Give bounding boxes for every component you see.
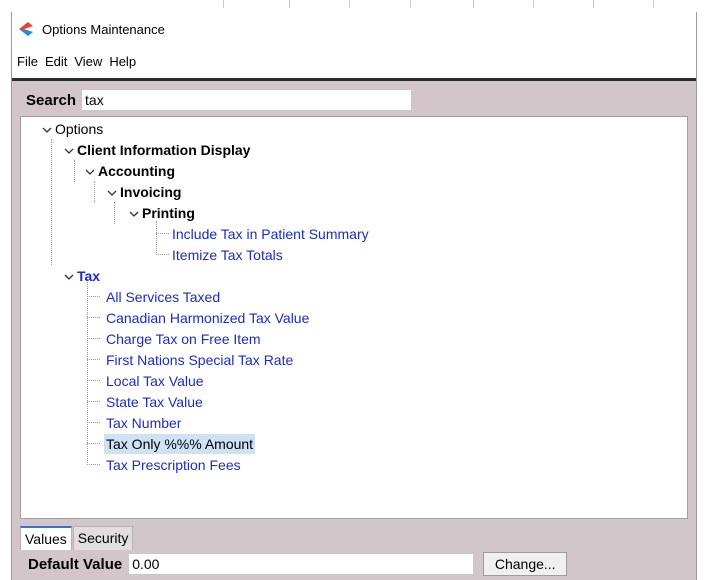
tree-leaf-include-tax-in-patient-summary[interactable]: Include Tax in Patient Summary [172, 224, 369, 244]
tree-node-printing[interactable]: Printing [142, 203, 195, 223]
tree-leaf-tax-only-amount-selected[interactable]: Tax Only %%% Amount [104, 434, 256, 454]
values-tab-body: Default Value Change... [20, 550, 688, 580]
tree-connector [94, 181, 95, 203]
details-panel: Values Security Default Value Change... [20, 526, 688, 580]
tab-strip: Values Security [20, 526, 134, 550]
chevron-down-icon[interactable] [85, 167, 95, 177]
tree-node-accounting[interactable]: Accounting [98, 161, 175, 181]
tree-leaf-canadian-harmonized-tax-value[interactable]: Canadian Harmonized Tax Value [106, 308, 309, 328]
tree-connector [87, 296, 100, 297]
menu-file[interactable]: File [17, 54, 38, 69]
main-content: Search Options [12, 81, 696, 580]
tree-connector [87, 338, 100, 339]
options-maintenance-window: Options Maintenance File Edit View Help … [11, 12, 697, 580]
tree-node-options[interactable]: Options [55, 119, 103, 139]
title-bar: Options Maintenance [12, 12, 696, 46]
tree-node-tax[interactable]: Tax [77, 266, 100, 286]
menu-help[interactable]: Help [109, 54, 136, 69]
search-row: Search [26, 89, 413, 111]
default-value-row: Default Value Change... [28, 552, 568, 576]
tree-connector [87, 279, 88, 465]
chevron-down-icon[interactable] [129, 209, 139, 219]
tree-connector [114, 202, 115, 224]
tree-connector [156, 233, 169, 234]
chevron-down-icon[interactable] [64, 272, 74, 282]
chevron-down-icon[interactable] [42, 125, 52, 135]
tree-connector [87, 464, 100, 465]
tree-connector [51, 139, 52, 265]
tree-connector [87, 401, 100, 402]
tree-connector [87, 422, 100, 423]
default-value-field[interactable] [128, 553, 475, 575]
tree-connector [87, 443, 100, 444]
app-logo-icon [19, 22, 33, 36]
tree-leaf-local-tax-value[interactable]: Local Tax Value [106, 371, 204, 391]
tree-leaf-state-tax-value[interactable]: State Tax Value [106, 392, 203, 412]
tree-connector [74, 160, 75, 182]
window-title: Options Maintenance [42, 21, 165, 37]
tab-values[interactable]: Values [20, 526, 72, 550]
tree-connector [156, 221, 157, 255]
chevron-down-icon[interactable] [64, 146, 74, 156]
background-strip [0, 0, 705, 12]
tree-leaf-charge-tax-on-free-item[interactable]: Charge Tax on Free Item [106, 329, 261, 349]
tree-leaf-tax-number[interactable]: Tax Number [106, 413, 181, 433]
tree-leaf-itemize-tax-totals[interactable]: Itemize Tax Totals [172, 245, 283, 265]
change-button[interactable]: Change... [483, 552, 568, 576]
tree-node-client-information-display[interactable]: Client Information Display [77, 140, 250, 160]
menu-edit[interactable]: Edit [45, 54, 67, 69]
tree-connector [156, 254, 169, 255]
chevron-down-icon[interactable] [107, 188, 117, 198]
tree-node-invoicing[interactable]: Invoicing [120, 182, 181, 202]
menu-bar: File Edit View Help [12, 50, 143, 72]
tree-leaf-tax-prescription-fees[interactable]: Tax Prescription Fees [106, 455, 241, 475]
default-value-label: Default Value [28, 555, 123, 573]
search-label: Search [26, 91, 77, 109]
menu-view[interactable]: View [74, 54, 102, 69]
search-input[interactable] [81, 89, 413, 111]
tree-connector [87, 359, 100, 360]
tab-security[interactable]: Security [72, 526, 134, 550]
tree-leaf-all-services-taxed[interactable]: All Services Taxed [106, 287, 220, 307]
tree-connector [87, 317, 100, 318]
tree-connector [87, 380, 100, 381]
tree-leaf-first-nations-special-tax-rate[interactable]: First Nations Special Tax Rate [106, 350, 293, 370]
options-tree[interactable]: Options Client Information Display Accou… [20, 116, 688, 519]
